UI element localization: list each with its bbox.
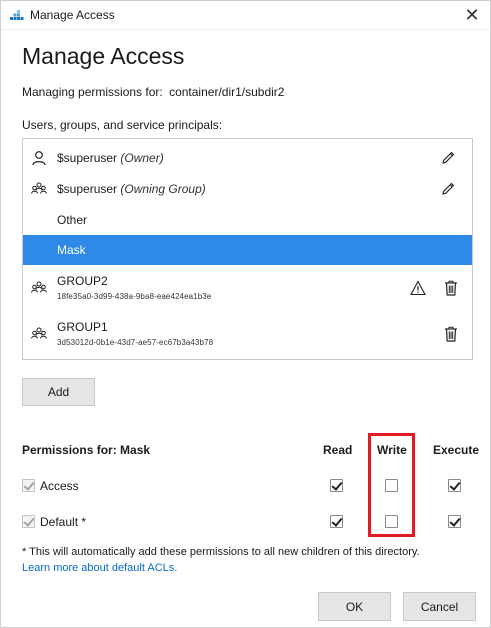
default-label: Default * [40,515,87,529]
group-icon [31,281,47,293]
list-item-label: GROUP2 [57,274,108,288]
add-button[interactable]: Add [22,378,95,406]
list-item-label: Mask [57,243,86,257]
list-item-other[interactable]: Other [23,204,472,235]
window-title: Manage Access [30,8,115,22]
list-item-mask[interactable]: Mask [23,235,472,265]
title-bar: Manage Access ✕ [1,1,490,30]
trash-icon[interactable] [444,326,458,342]
access-enabled-checkbox [22,479,35,492]
cancel-button[interactable]: Cancel [403,592,476,621]
close-button[interactable]: ✕ [454,1,490,30]
ok-button[interactable]: OK [318,592,391,621]
pencil-icon[interactable] [440,150,456,166]
managing-text: Managing permissions for: container/dir1… [22,85,284,99]
list-item-label: $superuser (Owner) [57,151,164,165]
access-label: Access [40,479,79,493]
default-enabled-checkbox [22,515,35,528]
default-execute-checkbox[interactable] [448,515,461,528]
list-item-group2[interactable]: GROUP2 18fe35a0-3d99-438a-9ba8-eae424ea1… [23,267,472,311]
access-execute-checkbox[interactable] [448,479,461,492]
principals-list: $superuser (Owner) $superuser (Owning Gr… [22,138,473,360]
pencil-icon[interactable] [440,181,456,197]
manage-access-dialog: Manage Access ✕ Manage Access Managing p… [0,0,491,628]
group-icon [31,327,47,339]
learn-more-link[interactable]: Learn more about default ACLs. [22,562,177,574]
list-item-superuser-owner[interactable]: $superuser (Owner) [23,142,472,173]
principals-label: Users, groups, and service principals: [22,118,223,132]
list-item-label: GROUP1 [57,320,108,334]
trash-icon[interactable] [444,280,458,296]
list-item-id: 18fe35a0-3d99-438a-9ba8-eae424ea1b3e [57,292,212,301]
default-read-checkbox[interactable] [330,515,343,528]
group-icon [31,182,47,194]
page-title: Manage Access [22,43,185,69]
list-item-label: Other [57,213,88,227]
access-read-checkbox[interactable] [330,479,343,492]
permissions-for-label: Permissions for: Mask [22,443,151,457]
column-execute: Execute [433,443,480,457]
column-read: Read [323,443,353,457]
storage-explorer-icon [10,10,24,20]
warning-icon [410,280,426,296]
default-acl-footnote: * This will automatically add these perm… [22,546,420,558]
access-write-checkbox[interactable] [385,479,398,492]
managing-path: container/dir1/subdir2 [169,85,285,99]
list-item-superuser-owning-group[interactable]: $superuser (Owning Group) [23,173,472,204]
list-item-group1[interactable]: GROUP1 3d53012d-0b1e-43d7-ae57-ec67b3a43… [23,313,472,357]
default-write-checkbox[interactable] [385,515,398,528]
list-item-label: $superuser (Owning Group) [57,182,206,196]
user-icon [32,151,46,166]
close-icon: ✕ [464,5,480,25]
managing-label: Managing permissions for: [22,85,163,99]
list-item-id: 3d53012d-0b1e-43d7-ae57-ec67b3a43b78 [57,338,214,347]
